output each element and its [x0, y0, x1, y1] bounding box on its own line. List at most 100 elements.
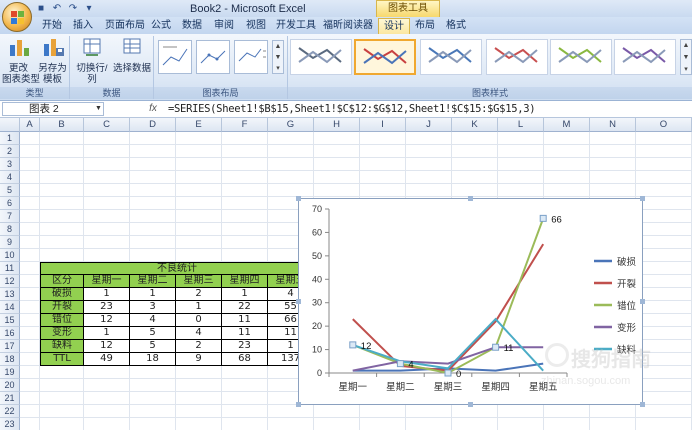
chart-layout-3[interactable] — [234, 40, 268, 74]
layout-gallery-scroll[interactable]: ▲ ▼ ▾ — [272, 40, 284, 74]
tab-0[interactable]: 开始 — [37, 18, 67, 34]
table-cell[interactable]: 1 — [84, 327, 130, 340]
row-header[interactable]: 19 — [0, 366, 20, 379]
tab-2[interactable]: 页面布局 — [100, 18, 150, 34]
column-header[interactable]: M — [544, 118, 590, 132]
table-cell[interactable]: 22 — [222, 301, 268, 314]
resize-handle[interactable] — [640, 299, 645, 304]
column-header[interactable]: K — [452, 118, 498, 132]
row-header[interactable]: 21 — [0, 392, 20, 405]
column-header[interactable]: G — [268, 118, 314, 132]
resize-handle[interactable] — [296, 196, 301, 201]
table-cell[interactable]: 1 — [176, 301, 222, 314]
table-cell[interactable]: 缺料 — [40, 340, 84, 353]
row-header[interactable]: 5 — [0, 184, 20, 197]
table-header-cell[interactable]: 星期三 — [176, 275, 222, 288]
table-cell[interactable]: 2 — [176, 340, 222, 353]
table-cell[interactable]: 0 — [176, 314, 222, 327]
table-cell[interactable]: 3 — [130, 301, 176, 314]
table-cell[interactable]: 1 — [222, 288, 268, 301]
table-header-cell[interactable]: 星期四 — [222, 275, 268, 288]
select-data-button[interactable]: 选择数据 — [112, 36, 152, 74]
table-cell[interactable]: 变形 — [40, 327, 84, 340]
chart-style-6[interactable] — [614, 39, 676, 75]
name-box[interactable]: 图表 2 — [2, 102, 104, 116]
column-header[interactable]: H — [314, 118, 360, 132]
chart-style-4[interactable] — [486, 39, 548, 75]
tab-5[interactable]: 审阅 — [209, 18, 239, 34]
customize-qat-icon[interactable]: ▾ — [83, 3, 95, 14]
row-header[interactable]: 10 — [0, 249, 20, 262]
switch-row-column-button[interactable]: 切换行/列 — [72, 36, 112, 85]
column-header[interactable]: A — [20, 118, 40, 132]
insert-function-button[interactable]: fx — [146, 102, 160, 116]
table-cell[interactable]: 1 — [84, 288, 130, 301]
column-header[interactable]: N — [590, 118, 636, 132]
row-header[interactable]: 6 — [0, 197, 20, 210]
tab-10[interactable]: 布局 — [410, 18, 440, 34]
resize-handle[interactable] — [468, 196, 473, 201]
table-cell[interactable]: 破损 — [40, 288, 84, 301]
chart-style-3[interactable] — [420, 39, 482, 75]
tab-9[interactable]: 设计 — [378, 18, 410, 34]
table-cell[interactable]: 11 — [222, 327, 268, 340]
row-header[interactable]: 7 — [0, 210, 20, 223]
table-cell[interactable]: 5 — [130, 327, 176, 340]
column-header[interactable]: L — [498, 118, 544, 132]
row-header[interactable]: 9 — [0, 236, 20, 249]
table-header-cell[interactable]: 星期一 — [84, 275, 130, 288]
table-cell[interactable]: 23 — [84, 301, 130, 314]
table-cell[interactable]: 18 — [130, 353, 176, 366]
save-icon[interactable]: ■ — [35, 3, 47, 14]
formula-input[interactable]: =SERIES(Sheet1!$B$15,Sheet1!$C$12:$G$12,… — [168, 103, 536, 115]
column-header[interactable]: J — [406, 118, 452, 132]
table-cell[interactable]: 1 — [130, 288, 176, 301]
column-header[interactable]: F — [222, 118, 268, 132]
chart-style-5[interactable] — [550, 39, 612, 75]
tab-11[interactable]: 格式 — [441, 18, 471, 34]
row-header[interactable]: 15 — [0, 314, 20, 327]
table-cell[interactable]: 49 — [84, 353, 130, 366]
row-header[interactable]: 20 — [0, 379, 20, 392]
table-cell[interactable]: 23 — [222, 340, 268, 353]
resize-handle[interactable] — [296, 402, 301, 407]
table-cell[interactable]: 12 — [84, 314, 130, 327]
change-chart-type-button[interactable]: 更改 图表类型 — [2, 36, 40, 85]
row-header[interactable]: 3 — [0, 158, 20, 171]
table-cell[interactable]: 4 — [130, 314, 176, 327]
table-header-cell[interactable]: 星期二 — [130, 275, 176, 288]
office-button[interactable] — [2, 2, 32, 32]
column-header[interactable]: B — [40, 118, 84, 132]
undo-icon[interactable]: ↶ — [51, 3, 63, 14]
row-header[interactable]: 14 — [0, 301, 20, 314]
table-cell[interactable]: 错位 — [40, 314, 84, 327]
tab-4[interactable]: 数据 — [177, 18, 207, 34]
tab-8[interactable]: 福昕阅读器 — [318, 18, 378, 34]
row-header[interactable]: 1 — [0, 132, 20, 145]
row-header[interactable]: 11 — [0, 262, 20, 275]
chart-style-2[interactable] — [354, 39, 416, 75]
row-header[interactable]: 12 — [0, 275, 20, 288]
resize-handle[interactable] — [296, 299, 301, 304]
column-header[interactable]: D — [130, 118, 176, 132]
row-header[interactable]: 18 — [0, 353, 20, 366]
table-cell[interactable]: 9 — [176, 353, 222, 366]
save-as-template-button[interactable]: 另存为 模板 — [36, 36, 69, 85]
resize-handle[interactable] — [640, 402, 645, 407]
table-cell[interactable]: 开裂 — [40, 301, 84, 314]
tab-3[interactable]: 公式 — [146, 18, 176, 34]
row-header[interactable]: 23 — [0, 418, 20, 430]
table-cell[interactable]: 4 — [176, 327, 222, 340]
styles-gallery-scroll[interactable]: ▲ ▼ ▾ — [680, 39, 692, 75]
row-header[interactable]: 17 — [0, 340, 20, 353]
row-header[interactable]: 13 — [0, 288, 20, 301]
tab-1[interactable]: 插入 — [68, 18, 98, 34]
chart-style-1[interactable] — [290, 39, 352, 75]
table-header-cell[interactable]: 区分 — [40, 275, 84, 288]
chart-layout-1[interactable] — [158, 40, 192, 74]
table-cell[interactable]: 11 — [222, 314, 268, 327]
table-cell[interactable]: 5 — [130, 340, 176, 353]
column-header[interactable]: O — [636, 118, 692, 132]
tab-7[interactable]: 开发工具 — [271, 18, 321, 34]
name-box-dropdown-icon[interactable]: ▼ — [95, 105, 102, 112]
